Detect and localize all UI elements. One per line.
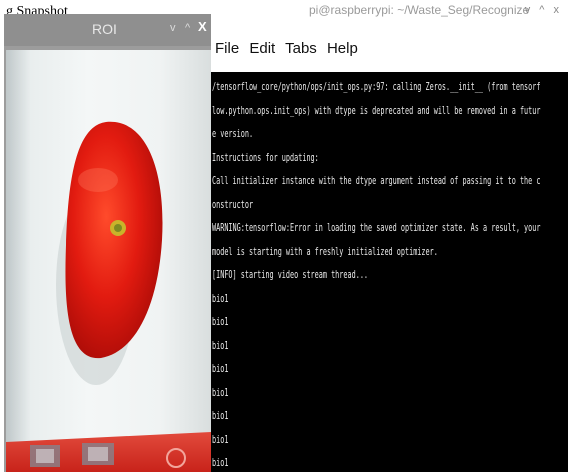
menu-tabs[interactable]: Tabs bbox=[285, 40, 317, 57]
terminal-line: Call initializer instance with the dtype… bbox=[212, 174, 541, 187]
terminal-line: bio1 bbox=[212, 292, 229, 305]
terminal-line: e version. bbox=[212, 127, 254, 140]
terminal-line: onstructor bbox=[212, 198, 254, 211]
close-button[interactable]: X bbox=[198, 19, 207, 34]
roi-title: ROI bbox=[92, 21, 117, 37]
minimize-button[interactable]: v bbox=[170, 22, 176, 34]
terminal-line: bio1 bbox=[212, 433, 229, 446]
terminal-line: bio1 bbox=[212, 362, 229, 375]
terminal-line: bio1 bbox=[212, 339, 229, 352]
terminal-line: [INFO] starting video stream thread... bbox=[212, 268, 369, 281]
menu-bar: File Edit Tabs Help bbox=[215, 40, 364, 57]
terminal-window: pi@raspberrypi: ~/Waste_Seg/Recognize v … bbox=[211, 0, 568, 472]
terminal-line: model is starting with a freshly initial… bbox=[212, 245, 438, 258]
roi-window: ROI v ^ X bbox=[4, 14, 211, 472]
terminal-line: bio1 bbox=[212, 409, 229, 422]
terminal-line: low.python.ops.init_ops) with dtype is d… bbox=[212, 104, 541, 117]
terminal-line: Instructions for updating: bbox=[212, 151, 319, 164]
tomato-shape bbox=[65, 121, 163, 359]
menu-edit[interactable]: Edit bbox=[249, 40, 275, 57]
terminal-line: WARNING:tensorflow:Error in loading the … bbox=[212, 221, 541, 234]
menu-file[interactable]: File bbox=[215, 40, 239, 57]
terminal-line: /tensorflow_core/python/ops/init_ops.py:… bbox=[212, 80, 541, 93]
terminal-line: bio1 bbox=[212, 456, 229, 469]
terminal-output[interactable]: /tensorflow_core/python/ops/init_ops.py:… bbox=[211, 72, 568, 472]
camera-feed bbox=[6, 50, 211, 472]
terminal-line: bio1 bbox=[212, 315, 229, 328]
camera-image bbox=[6, 121, 211, 472]
roi-title-bar[interactable]: ROI v ^ X bbox=[4, 14, 211, 46]
menu-help[interactable]: Help bbox=[327, 40, 358, 57]
terminal-title: pi@raspberrypi: ~/Waste_Seg/Recognize bbox=[309, 3, 530, 17]
maximize-button[interactable]: ^ bbox=[185, 22, 190, 34]
terminal-window-controls[interactable]: v ^ x bbox=[525, 4, 562, 16]
terminal-line: bio1 bbox=[212, 386, 229, 399]
